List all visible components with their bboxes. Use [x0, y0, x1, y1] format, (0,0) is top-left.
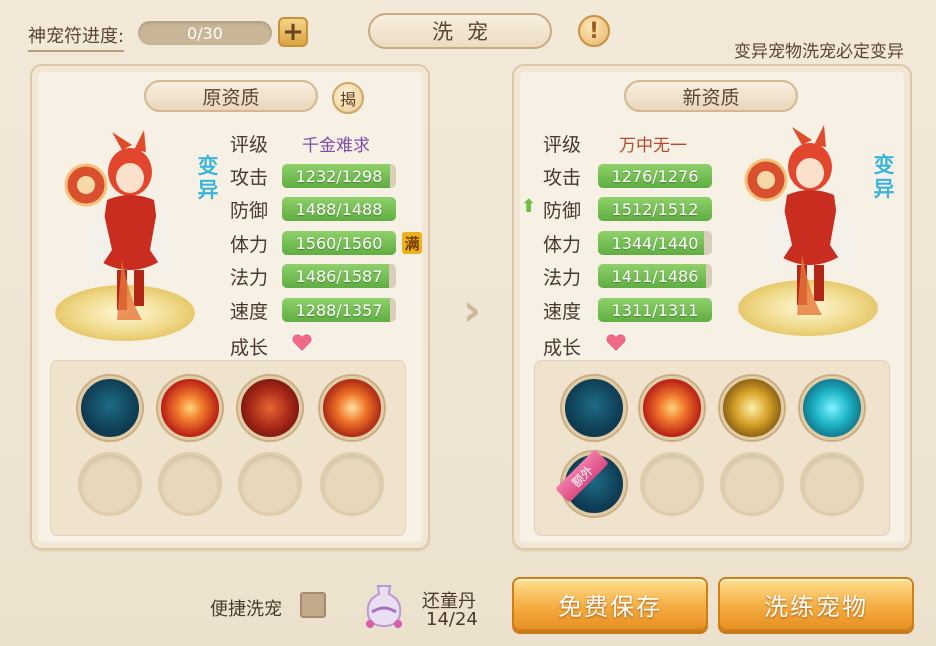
- page-title: 洗宠: [368, 13, 552, 49]
- stat-value: 1311/1311: [611, 300, 699, 320]
- stat-label: 防御: [543, 200, 582, 222]
- progress-value: 0/30: [187, 23, 223, 43]
- stat-bar: 1488/1488: [282, 197, 396, 221]
- stat-bar: 1411/1486: [598, 264, 712, 288]
- reveal-button[interactable]: 揭: [332, 82, 364, 114]
- stat-label: 体力: [543, 234, 582, 256]
- empty-skill-slot[interactable]: [320, 452, 384, 516]
- mutation-tag-left: 变异: [197, 154, 219, 202]
- rating-label: 评级: [543, 134, 582, 156]
- stat-value: 1276/1276: [611, 166, 699, 186]
- exclamation-icon[interactable]: !: [578, 15, 610, 47]
- original-aptitude-title: 原资质: [144, 80, 318, 112]
- stat-label: 攻击: [230, 167, 269, 189]
- empty-skill-slot[interactable]: [800, 452, 864, 516]
- growth-label: 成长: [230, 337, 269, 359]
- stat-value: 1232/1298: [295, 166, 383, 186]
- stat-value: 1344/1440: [611, 233, 699, 253]
- arrow-right-icon: ›: [462, 284, 482, 336]
- teal-swirl-skill-icon[interactable]: [78, 376, 142, 440]
- stat-bar: 1486/1587: [282, 264, 396, 288]
- quick-wash-checkbox[interactable]: [300, 592, 326, 618]
- golden-paw-skill-icon[interactable]: [720, 376, 784, 440]
- stat-label: 速度: [543, 301, 582, 323]
- stat-value: 1411/1486: [611, 266, 699, 286]
- progress-label: 神宠符进度:: [28, 22, 125, 52]
- stat-bar: 1512/1512: [598, 197, 712, 221]
- potion-icon: [366, 585, 402, 628]
- fire-orb-skill-icon[interactable]: [320, 376, 384, 440]
- red-vortex-skill-icon[interactable]: [640, 376, 704, 440]
- free-save-button[interactable]: 免费保存: [512, 577, 708, 631]
- stat-value: 1488/1488: [295, 199, 383, 219]
- stat-label: 体力: [230, 234, 269, 256]
- plus-icon[interactable]: +: [278, 17, 308, 47]
- stat-bar: 1276/1276: [598, 164, 712, 188]
- stat-value: 1486/1587: [295, 266, 383, 286]
- stat-label: 攻击: [543, 167, 582, 189]
- cyan-heart-skill-icon[interactable]: [800, 376, 864, 440]
- stat-value: 1288/1357: [295, 300, 383, 320]
- rating-label: 评级: [230, 134, 269, 156]
- potion-count: 14/24: [426, 609, 478, 630]
- new-aptitude-title: 新资质: [624, 80, 798, 112]
- quick-wash-label: 便捷洗宠: [210, 599, 282, 620]
- stat-value: 1560/1560: [295, 233, 383, 253]
- empty-skill-slot[interactable]: [720, 452, 784, 516]
- empty-skill-slot[interactable]: [78, 452, 142, 516]
- stat-value: 1512/1512: [611, 199, 699, 219]
- rating-value: 千金难求: [302, 136, 370, 156]
- heart-icon: [605, 333, 627, 353]
- wolf-howl-skill-icon[interactable]: [238, 376, 302, 440]
- red-vortex-skill-icon[interactable]: [158, 376, 222, 440]
- mutation-tag-right: 变异: [873, 153, 895, 201]
- mutation-note: 变异宠物洗宠必定变异: [734, 42, 904, 62]
- pet-portrait-right: [744, 125, 854, 315]
- stat-bar: 1232/1298: [282, 164, 396, 188]
- up-arrow-icon: ⬆: [521, 196, 537, 217]
- heart-icon: [291, 333, 313, 353]
- teal-swirl-skill-icon[interactable]: [562, 376, 626, 440]
- stat-label: 速度: [230, 301, 269, 323]
- empty-skill-slot[interactable]: [158, 452, 222, 516]
- stat-bar: 1344/1440: [598, 231, 712, 255]
- full-tag: 满: [402, 232, 422, 254]
- stat-bar: 1288/1357: [282, 298, 396, 322]
- stat-label: 防御: [230, 200, 269, 222]
- stat-label: 法力: [230, 267, 269, 289]
- empty-skill-slot[interactable]: [238, 452, 302, 516]
- stat-label: 法力: [543, 267, 582, 289]
- stat-bar: 1560/1560: [282, 231, 396, 255]
- rating-value: 万中无一: [619, 136, 687, 156]
- stat-bar: 1311/1311: [598, 298, 712, 322]
- empty-skill-slot[interactable]: [640, 452, 704, 516]
- progress-bar: 0/30: [138, 21, 272, 45]
- refine-pet-button[interactable]: 洗练宠物: [718, 577, 914, 631]
- pet-portrait-left: [64, 130, 174, 320]
- growth-label: 成长: [543, 337, 582, 359]
